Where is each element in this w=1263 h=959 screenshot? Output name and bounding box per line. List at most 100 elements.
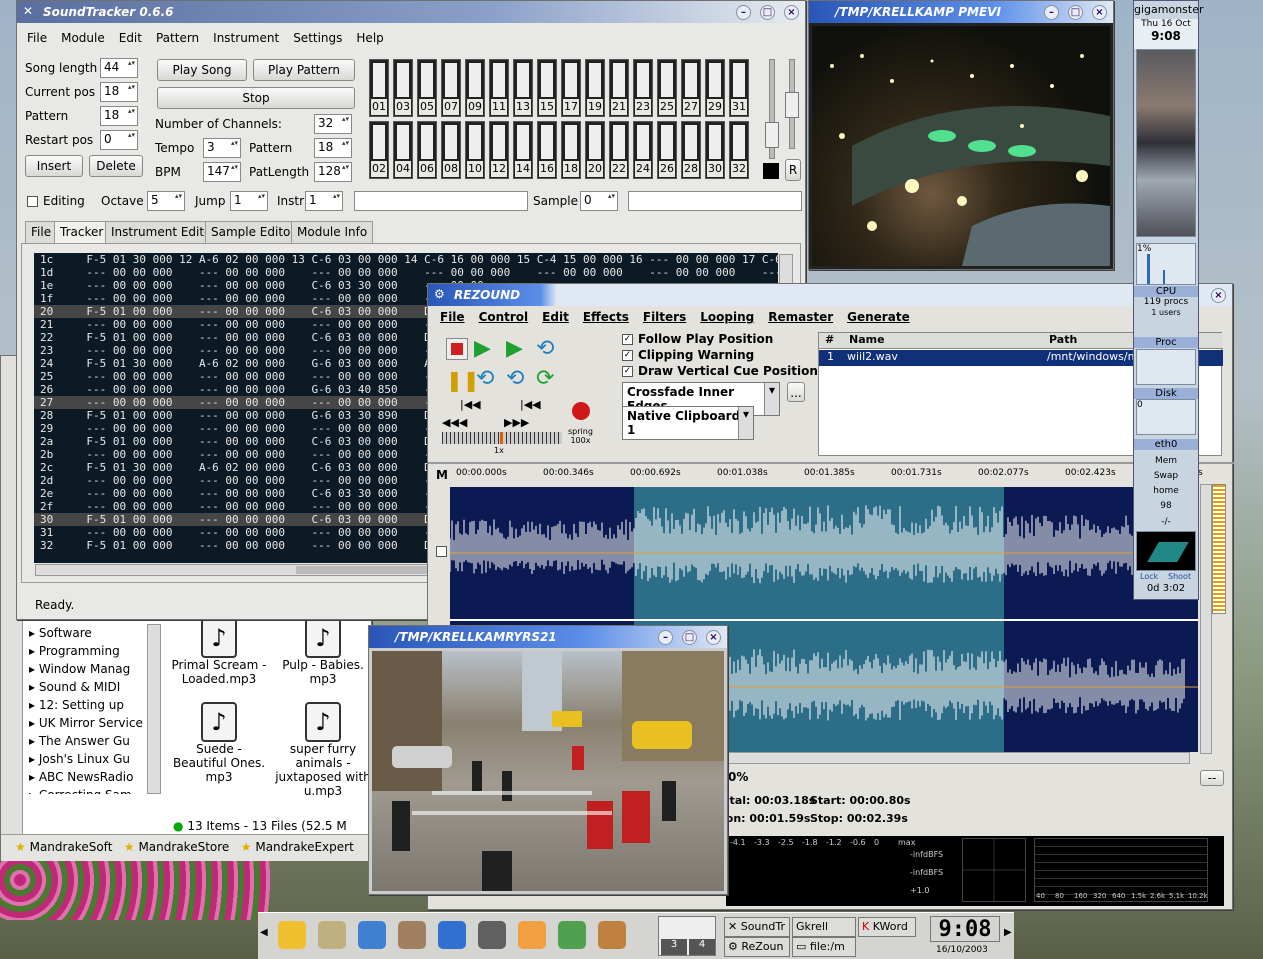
bookmark-tree-item[interactable]: ▸ Window Manag: [29, 660, 147, 678]
zoom-reset-button[interactable]: --: [1200, 770, 1224, 786]
play-song-button[interactable]: Play Song: [157, 59, 247, 81]
rewind-icon[interactable]: |◀◀: [460, 398, 481, 411]
pause-icon[interactable]: ❚❚: [446, 368, 480, 392]
clipping-warning-checkbox[interactable]: ✓ Clipping Warning: [622, 348, 754, 362]
shoot-button[interactable]: Shoot: [1168, 572, 1191, 581]
tab-module-info[interactable]: Module Info: [291, 221, 374, 243]
restart-pos-spinner[interactable]: 0: [100, 130, 138, 150]
file-item[interactable]: ♪ super furry animals - juxtaposed with u…: [273, 702, 373, 798]
lock-button[interactable]: Lock: [1140, 572, 1158, 581]
mail-icon[interactable]: [518, 921, 546, 949]
channel-scope-05[interactable]: 05: [417, 59, 437, 117]
title-bar[interactable]: /TMP/KRELLKAMRYRS21: [369, 626, 727, 648]
channel-scope-25[interactable]: 25: [657, 59, 677, 117]
sample-spinner[interactable]: 0: [580, 191, 618, 211]
insert-button[interactable]: Insert: [25, 155, 83, 177]
channel-scope-31[interactable]: 31: [729, 59, 749, 117]
tab-tracker[interactable]: Tracker: [54, 221, 110, 243]
channel-scope-30[interactable]: 30: [705, 121, 725, 179]
menu-file[interactable]: File: [440, 310, 465, 324]
bookmark-tree-item[interactable]: ▸ The Answer Gu: [29, 732, 147, 750]
bookmark-tree-item[interactable]: ▸ Sound & MIDI: [29, 678, 147, 696]
channel-scope-01[interactable]: 01: [369, 59, 389, 117]
channel-scope-22[interactable]: 22: [609, 121, 629, 179]
file-icon-view[interactable]: ♪ Primal Scream - Loaded.mp3 ♪ Pulp - Babie…: [169, 618, 371, 818]
channel-scope-15[interactable]: 15: [537, 59, 557, 117]
channel-scope-11[interactable]: 11: [489, 59, 509, 117]
octave-spinner[interactable]: 5: [147, 191, 185, 211]
jump-start-icon[interactable]: |◀◀: [520, 398, 541, 411]
channel-scope-17[interactable]: 17: [561, 59, 581, 117]
start-position[interactable]: Start: 00:00.80s: [810, 792, 911, 810]
bookmark-tree-item[interactable]: ▸ Josh's Linux Gu: [29, 750, 147, 768]
bookmark-mandrakestore[interactable]: ★ MandrakeStore: [124, 840, 229, 854]
desktop-pager[interactable]: 3 4: [658, 916, 716, 956]
file-item[interactable]: ♪ Suede - Beautiful Ones. mp3: [169, 702, 269, 784]
current-pos-spinner[interactable]: 18: [100, 82, 138, 102]
menu-control[interactable]: Control: [479, 310, 529, 324]
channel-scope-27[interactable]: 27: [681, 59, 701, 117]
bookmark-tree-item[interactable]: ▸ UK Mirror Service: [29, 714, 147, 732]
bookmark-tree-item[interactable]: ▸ Correcting Sam: [29, 786, 147, 794]
channel-scope-29[interactable]: 29: [705, 59, 725, 117]
task-konqueror[interactable]: ▭ file:/m: [792, 937, 856, 957]
task-gkrellm[interactable]: Gkrell: [792, 917, 856, 937]
menu-filters[interactable]: Filters: [643, 310, 686, 324]
volume-slider[interactable]: [765, 59, 779, 159]
channel-scope-20[interactable]: 20: [585, 121, 605, 179]
channel-scope-09[interactable]: 09: [465, 59, 485, 117]
sample-name-field[interactable]: [628, 191, 802, 211]
globe-icon[interactable]: [438, 921, 466, 949]
maximize-icon[interactable]: □: [1068, 5, 1083, 20]
clipboard-select[interactable]: Native Clipboard 1: [622, 406, 754, 440]
panel-hide-left-icon[interactable]: ◀: [260, 927, 268, 938]
loop-icon[interactable]: ⟲: [476, 366, 494, 391]
delete-button[interactable]: Delete: [89, 155, 143, 177]
pattern-spinner[interactable]: 18: [100, 106, 138, 126]
draw-cue-checkbox[interactable]: ✓ Draw Vertical Cue Positions: [622, 364, 825, 378]
title-bar[interactable]: SoundTracker 0.6.6: [17, 1, 805, 23]
bookmark-tree-item[interactable]: ▸ Software: [29, 624, 147, 642]
bpm-spinner[interactable]: 147: [203, 162, 241, 182]
bookmark-mandrakesoft[interactable]: ★ MandrakeSoft: [15, 840, 112, 854]
tree-scrollbar[interactable]: [147, 624, 161, 794]
menu-remaster[interactable]: Remaster: [768, 310, 833, 324]
bookmark-tree-item[interactable]: ▸ ABC NewsRadio: [29, 768, 147, 786]
tempo-spinner[interactable]: 3: [203, 138, 241, 158]
seek-back-icon[interactable]: ◀◀◀: [442, 416, 467, 429]
menu-effects[interactable]: Effects: [583, 310, 629, 324]
loop-gap-icon[interactable]: ⟳: [536, 366, 554, 391]
menu-file[interactable]: File: [27, 31, 47, 45]
channel-scope-04[interactable]: 04: [393, 121, 413, 179]
close-icon[interactable]: ×: [1211, 288, 1226, 303]
close-icon[interactable]: ×: [784, 5, 799, 20]
channel-scope-03[interactable]: 03: [393, 59, 413, 117]
menu-generate[interactable]: Generate: [847, 310, 910, 324]
channel-scope-06[interactable]: 06: [417, 121, 437, 179]
panel-clock[interactable]: 9:08: [930, 916, 1000, 942]
maximize-icon[interactable]: □: [682, 630, 697, 645]
play-pattern-button[interactable]: Play Pattern: [253, 59, 355, 81]
title-bar[interactable]: REZOUND: [428, 284, 1232, 306]
channel-scope-23[interactable]: 23: [633, 59, 653, 117]
maximize-icon[interactable]: □: [760, 5, 775, 20]
channel-scope-14[interactable]: 14: [513, 121, 533, 179]
channel-scope-12[interactable]: 12: [489, 121, 509, 179]
seek-forward-icon[interactable]: ▶▶▶: [504, 416, 529, 429]
patlength-spinner[interactable]: 128: [314, 162, 352, 182]
close-icon[interactable]: ×: [1092, 5, 1107, 20]
channel-checkbox[interactable]: [436, 546, 447, 557]
play-icon[interactable]: ▶: [474, 336, 491, 361]
bookmark-mandrakeexpert[interactable]: ★ MandrakeExpert: [241, 840, 354, 854]
channel-scope-18[interactable]: 18: [561, 121, 581, 179]
minimize-icon[interactable]: –: [658, 630, 673, 645]
instr-spinner[interactable]: 1: [305, 191, 343, 211]
stop-button[interactable]: Stop: [157, 87, 355, 109]
menu-edit[interactable]: Edit: [542, 310, 569, 324]
wave-vscroll[interactable]: [1200, 484, 1212, 754]
menu-looping[interactable]: Looping: [700, 310, 754, 324]
play-selection-icon[interactable]: ▶: [506, 336, 523, 361]
bookmark-tree-item[interactable]: ▸ Programming: [29, 642, 147, 660]
tab-sample-editor[interactable]: Sample Editor: [205, 221, 302, 243]
channel-scope-28[interactable]: 28: [681, 121, 701, 179]
